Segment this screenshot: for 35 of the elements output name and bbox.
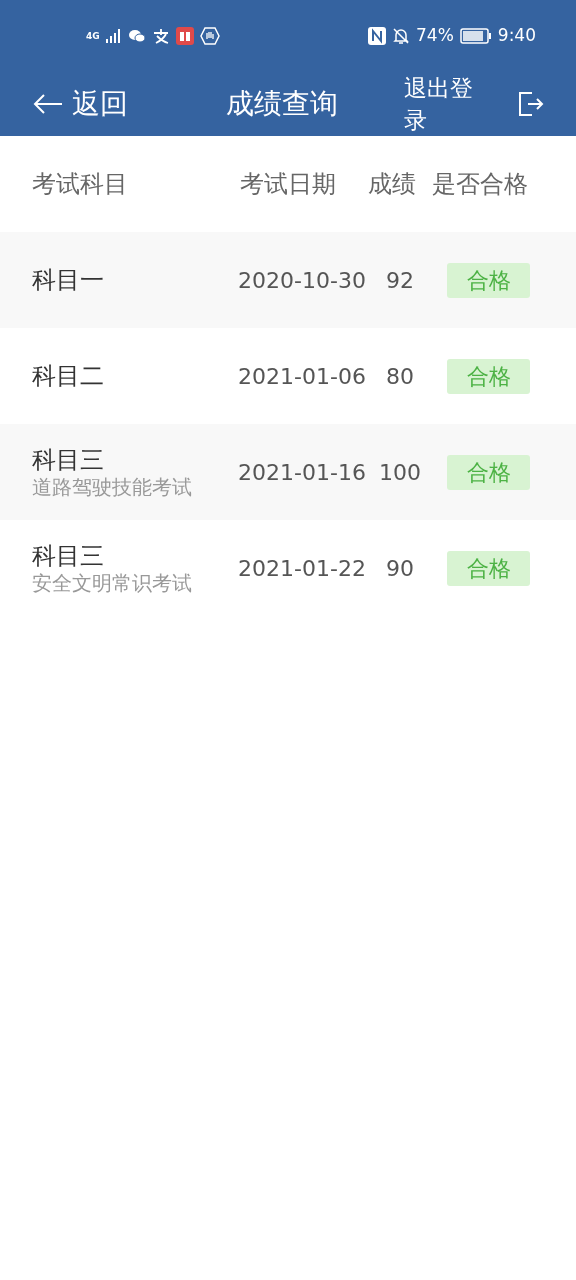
logout-icon [518, 91, 544, 117]
back-arrow-icon [32, 92, 64, 116]
result-badge: 合格 [447, 262, 530, 298]
logout-button[interactable]: 退出登录 [404, 72, 544, 136]
result-badge: 合格 [447, 550, 530, 586]
page-title: 成绩查询 [225, 86, 339, 122]
score-cell-text: 80 [385, 362, 415, 391]
back-button[interactable]: 返回 [32, 83, 192, 125]
column-header: 考试日期 [240, 169, 337, 200]
score-cell-text: 100 [378, 458, 422, 487]
date-cell-text: 2021-01-22 [237, 554, 367, 583]
score-cell-text: 92 [385, 266, 415, 295]
battery-percent: 74% [416, 24, 454, 48]
subject-cell-text: 科目一 [32, 265, 105, 295]
signal-icon [105, 29, 122, 43]
subject-cell-text: 科目二 [32, 361, 105, 391]
subject-subtitle: 安全文明常识考试 [32, 571, 193, 595]
date-cell-text: 2020-10-30 [237, 266, 367, 295]
date-cell-text: 2021-01-16 [237, 458, 367, 487]
network-label: 4G [86, 31, 100, 41]
clock: 9:40 [497, 24, 536, 48]
subject-cell-text: 科目三 [32, 445, 105, 475]
column-header: 成绩 [368, 169, 417, 200]
muted-bell-icon [392, 27, 410, 45]
subject-cell-text: 科目三 [32, 541, 105, 571]
battery-icon [459, 28, 492, 44]
result-badge: 合格 [447, 358, 530, 394]
result-badge: 合格 [447, 454, 530, 490]
chat-icon [127, 28, 146, 44]
nfc-icon [368, 27, 386, 45]
date-cell-text: 2021-01-06 [237, 362, 367, 391]
subject-subtitle: 道路驾驶技能考试 [32, 475, 193, 499]
score-cell-text: 90 [385, 554, 415, 583]
column-header: 考试科目 [32, 169, 129, 200]
column-header: 是否合格 [432, 169, 528, 200]
